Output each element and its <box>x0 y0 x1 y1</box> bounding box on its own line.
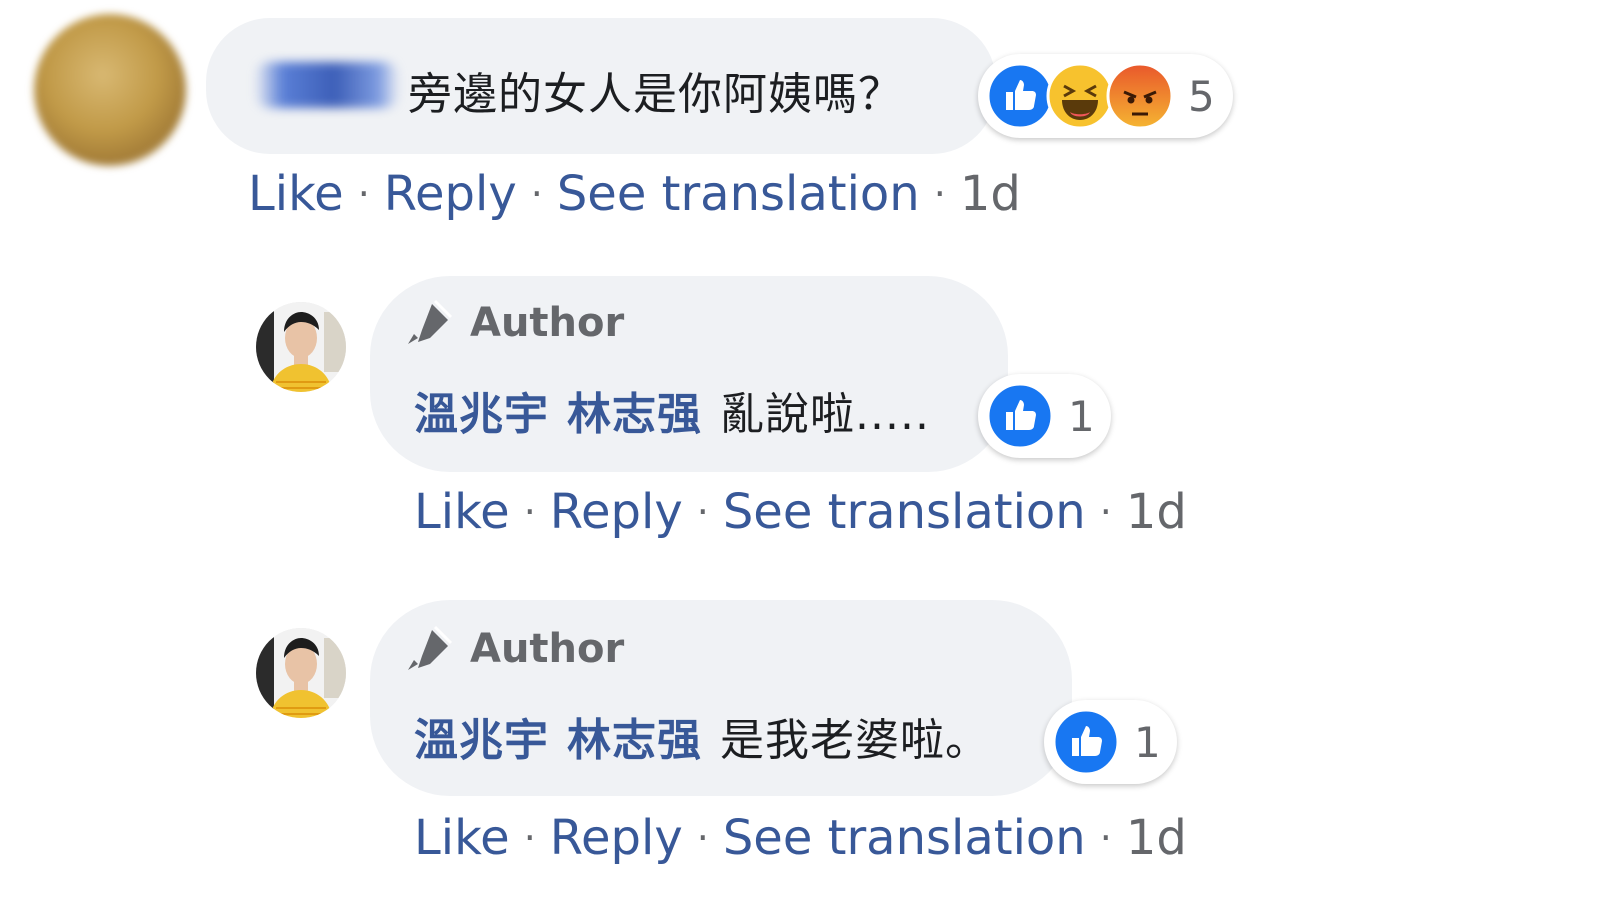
angry-icon <box>1106 62 1174 130</box>
reply-content: 溫兆宇 林志强 亂說啦..... <box>414 378 930 442</box>
reply-reactions[interactable]: 1 <box>1044 700 1177 784</box>
comment-text: 旁邊的女人是你阿姨嗎？ <box>408 69 903 120</box>
separator: · <box>1099 490 1112 534</box>
separator: · <box>696 816 709 860</box>
commenter-avatar[interactable] <box>34 14 186 166</box>
timestamp[interactable]: 1d <box>1126 484 1187 540</box>
mention-tag[interactable]: 溫兆宇 <box>414 378 549 442</box>
separator: · <box>530 172 543 216</box>
reply-reactions[interactable]: 1 <box>978 374 1111 458</box>
reply-button[interactable]: Reply <box>550 484 683 540</box>
reply-button[interactable]: Reply <box>384 166 517 222</box>
separator: · <box>523 490 536 534</box>
separator: · <box>357 172 370 216</box>
microphone-icon <box>408 625 453 670</box>
reaction-count: 1 <box>1068 391 1095 441</box>
see-translation-link[interactable]: See translation <box>723 484 1086 540</box>
reply-actions: Like · Reply · See translation · 1d <box>414 810 1187 866</box>
author-label: Author <box>470 300 625 346</box>
comment-actions: Like · Reply · See translation · 1d <box>248 166 1021 222</box>
reaction-count: 1 <box>1134 717 1161 767</box>
reply-content: 溫兆宇 林志强 是我老婆啦。 <box>414 704 990 768</box>
separator: · <box>523 816 536 860</box>
reply-text: 是我老婆啦。 <box>720 715 990 766</box>
author-badge: Author <box>402 296 624 350</box>
author-avatar[interactable] <box>256 628 346 718</box>
author-avatar[interactable] <box>256 302 346 392</box>
reply-button[interactable]: Reply <box>550 810 683 866</box>
author-badge: Author <box>402 622 624 676</box>
like-icon <box>1052 708 1120 776</box>
timestamp[interactable]: 1d <box>1126 810 1187 866</box>
like-button[interactable]: Like <box>414 484 510 540</box>
separator: · <box>1099 816 1112 860</box>
mention-tag[interactable]: 林志强 <box>567 704 702 768</box>
commenter-name-blurred[interactable] <box>254 62 400 108</box>
like-button[interactable]: Like <box>414 810 510 866</box>
reply-text: 亂說啦..... <box>720 389 930 440</box>
author-label: Author <box>470 626 625 672</box>
see-translation-link[interactable]: See translation <box>723 810 1086 866</box>
reaction-count: 5 <box>1188 71 1215 121</box>
comment-reactions[interactable]: 5 <box>978 54 1233 138</box>
like-button[interactable]: Like <box>248 166 344 222</box>
like-icon <box>986 382 1054 450</box>
mention-tag[interactable]: 溫兆宇 <box>414 704 549 768</box>
haha-icon <box>1046 62 1114 130</box>
separator: · <box>696 490 709 534</box>
timestamp[interactable]: 1d <box>960 166 1021 222</box>
reply-actions: Like · Reply · See translation · 1d <box>414 484 1187 540</box>
see-translation-link[interactable]: See translation <box>557 166 920 222</box>
microphone-icon <box>408 299 453 344</box>
separator: · <box>933 172 946 216</box>
like-icon <box>986 62 1054 130</box>
mention-tag[interactable]: 林志强 <box>567 378 702 442</box>
